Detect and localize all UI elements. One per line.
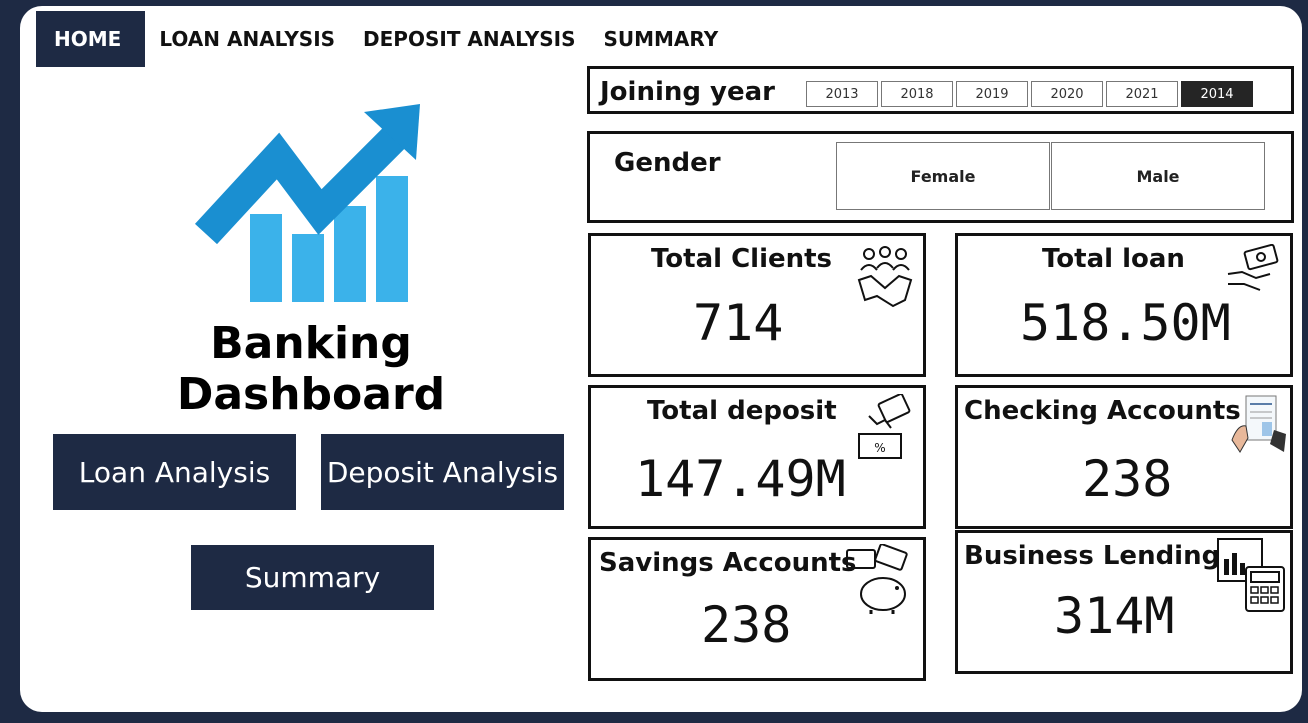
total-loan-card: Total loan 518.50M (955, 233, 1293, 377)
total-clients-title: Total Clients (651, 244, 833, 274)
dashboard-canvas: HOME LOAN ANALYSIS DEPOSIT ANALYSIS SUMM… (20, 6, 1302, 712)
hand-money-icon (1227, 244, 1279, 291)
savings-accounts-title: Savings Accounts (599, 548, 857, 578)
svg-text:%: % (874, 441, 885, 455)
gender-option-female[interactable]: Female (836, 142, 1050, 210)
total-clients-card: Total Clients 714 (588, 233, 926, 377)
balance-sheet-icon (1231, 395, 1286, 453)
year-option-2020[interactable]: 2020 (1031, 81, 1103, 107)
total-loan-title: Total loan (1042, 244, 1185, 274)
year-options: 2013 2018 2019 2020 2021 2014 (806, 81, 1253, 107)
handshake-people-icon (857, 246, 913, 308)
top-nav: HOME LOAN ANALYSIS DEPOSIT ANALYSIS SUMM… (36, 11, 732, 67)
business-lending-card: Business Lending 314M (955, 530, 1293, 674)
checking-accounts-value: 238 (1082, 450, 1173, 508)
total-deposit-value: 147.49M (635, 450, 846, 508)
savings-accounts-card: Savings Accounts 238 (588, 537, 926, 681)
piggy-bank-icon (846, 544, 908, 614)
deposit-box-icon: % (858, 394, 911, 459)
joining-year-label: Joining year (600, 77, 775, 107)
tab-summary[interactable]: SUMMARY (589, 11, 732, 67)
year-option-2018[interactable]: 2018 (881, 81, 953, 107)
page-title: Banking Dashboard (176, 318, 446, 420)
total-deposit-title: Total deposit (647, 396, 837, 426)
tab-home[interactable]: HOME (36, 11, 146, 67)
total-loan-value: 518.50M (1020, 294, 1231, 352)
total-deposit-card: Total deposit 147.49M % (588, 385, 926, 529)
tab-deposit-analysis[interactable]: DEPOSIT ANALYSIS (349, 11, 589, 67)
year-option-2019[interactable]: 2019 (956, 81, 1028, 107)
checking-accounts-card: Checking Accounts 238 (955, 385, 1293, 529)
year-option-2013[interactable]: 2013 (806, 81, 878, 107)
total-clients-value: 714 (693, 294, 784, 352)
loan-analysis-button[interactable]: Loan Analysis (53, 434, 296, 510)
gender-slicer: Gender Female Male (587, 131, 1294, 223)
gender-option-male[interactable]: Male (1051, 142, 1265, 210)
checking-accounts-title: Checking Accounts (964, 396, 1241, 426)
deposit-analysis-button[interactable]: Deposit Analysis (321, 434, 564, 510)
year-option-2021[interactable]: 2021 (1106, 81, 1178, 107)
year-option-2014[interactable]: 2014 (1181, 81, 1253, 107)
tab-loan-analysis[interactable]: LOAN ANALYSIS (145, 11, 349, 67)
business-lending-title: Business Lending (964, 541, 1221, 571)
joining-year-slicer: Joining year 2013 2018 2019 2020 2021 20… (587, 66, 1294, 114)
gender-label: Gender (614, 148, 721, 178)
summary-button[interactable]: Summary (191, 545, 434, 610)
growth-chart-logo-icon (194, 104, 420, 302)
calculator-icon (1217, 538, 1285, 612)
savings-accounts-value: 238 (701, 596, 792, 654)
business-lending-value: 314M (1054, 587, 1175, 645)
